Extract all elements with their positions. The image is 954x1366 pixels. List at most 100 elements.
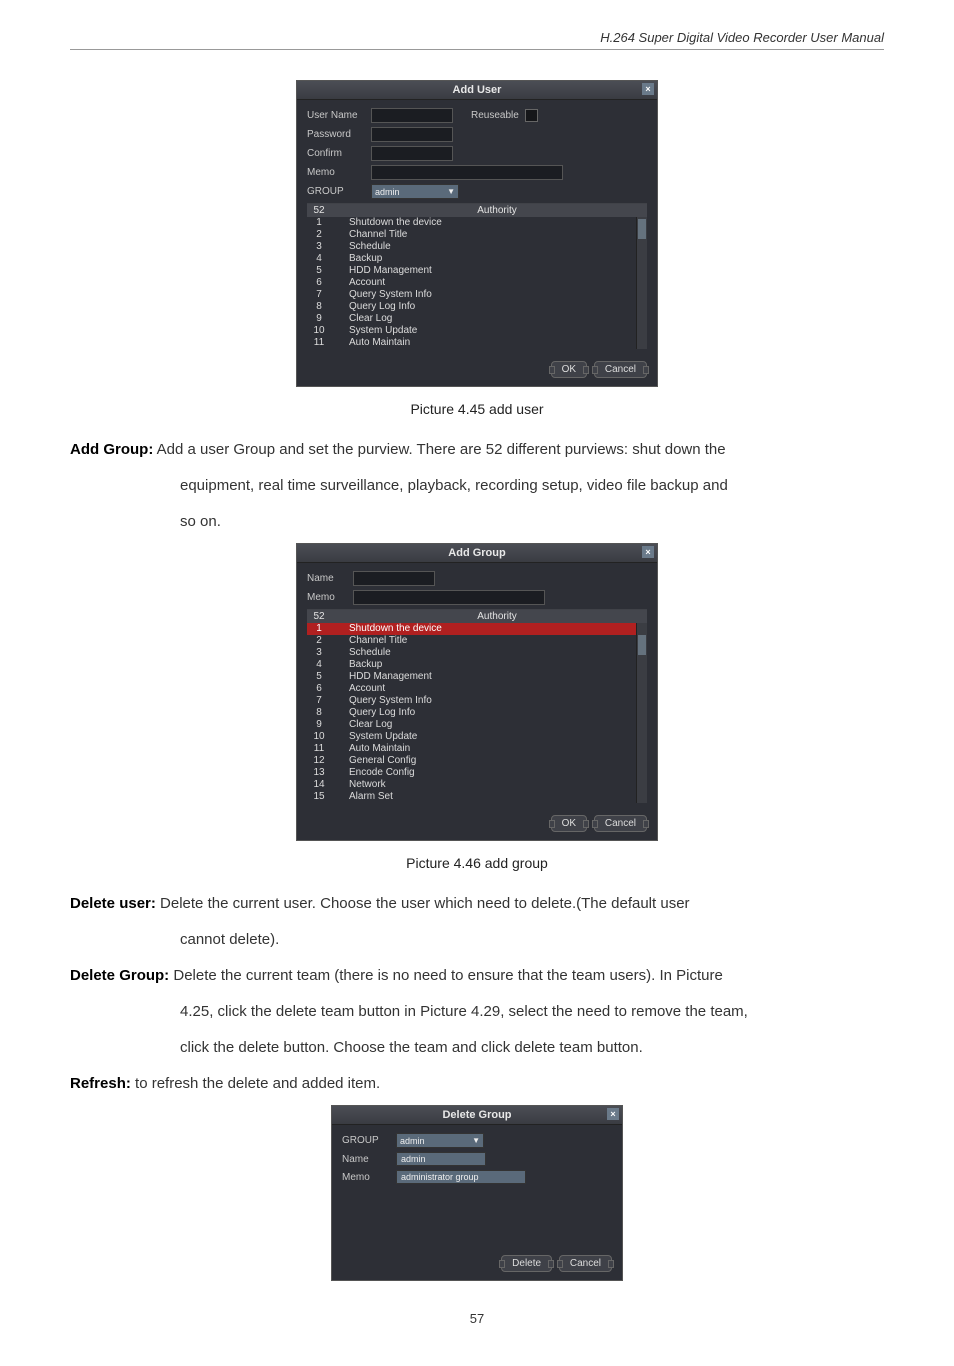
- list-item-label: Auto Maintain: [347, 337, 647, 349]
- list-item-index: 5: [307, 671, 331, 683]
- chevron-down-icon: ▼: [472, 1136, 480, 1145]
- delete-group-heading: Delete Group:: [70, 967, 169, 984]
- list-item[interactable]: 14 Network: [307, 779, 647, 791]
- list-item[interactable]: 3Schedule: [307, 647, 647, 659]
- list-item-index: 14: [307, 779, 331, 791]
- list-item[interactable]: 1Shutdown the device: [307, 217, 647, 229]
- memo-input[interactable]: [371, 165, 563, 180]
- page-header: H.264 Super Digital Video Recorder User …: [70, 30, 884, 50]
- list-item[interactable]: 7Query System Info: [307, 695, 647, 707]
- password-input[interactable]: [371, 127, 453, 142]
- scrollbar[interactable]: [636, 217, 647, 349]
- list-item[interactable]: 7Query System Info: [307, 289, 647, 301]
- delete-button[interactable]: Delete: [501, 1255, 552, 1272]
- list-item[interactable]: 4 Backup: [307, 659, 647, 671]
- list-item[interactable]: 13Encode Config: [307, 767, 647, 779]
- close-icon[interactable]: ×: [642, 546, 654, 558]
- authority-count: 52: [307, 611, 331, 622]
- list-item[interactable]: 9Clear Log: [307, 719, 647, 731]
- list-item[interactable]: 4Backup: [307, 253, 647, 265]
- close-icon[interactable]: ×: [642, 83, 654, 95]
- figure-caption: Picture 4.45 add user: [70, 401, 884, 417]
- scrollbar[interactable]: [636, 623, 647, 803]
- list-item-label: Schedule: [347, 647, 647, 659]
- group-select[interactable]: admin ▼: [371, 184, 459, 199]
- confirm-input[interactable]: [371, 146, 453, 161]
- cancel-button[interactable]: Cancel: [559, 1255, 612, 1272]
- paragraph: so on.: [70, 507, 884, 537]
- list-item[interactable]: 6 Account: [307, 277, 647, 289]
- list-item-index: 11: [307, 743, 331, 755]
- add-group-heading: Add Group:: [70, 441, 153, 458]
- authority-count: 52: [307, 205, 331, 216]
- list-item-index: 6: [307, 683, 331, 695]
- dialog-title: Add User: [453, 84, 502, 96]
- list-item-label: Backup: [347, 659, 647, 671]
- figure-caption: Picture 4.46 add group: [70, 855, 884, 871]
- list-item[interactable]: 8Query Log Info: [307, 301, 647, 313]
- reuseable-checkbox[interactable]: [525, 109, 538, 122]
- group-select-value: admin: [400, 1136, 425, 1146]
- list-item-label: HDD Management: [347, 671, 647, 683]
- list-item[interactable]: 10System Update: [307, 325, 647, 337]
- list-item[interactable]: 10System Update: [307, 731, 647, 743]
- paragraph: Refresh: to refresh the delete and added…: [70, 1069, 884, 1099]
- list-item-label: Schedule: [347, 241, 647, 253]
- close-icon[interactable]: ×: [607, 1108, 619, 1120]
- group-select-value: admin: [375, 187, 400, 197]
- list-item-index: 8: [307, 301, 331, 313]
- authority-column-header: Authority: [347, 611, 647, 622]
- list-item[interactable]: 3Schedule: [307, 241, 647, 253]
- authority-list[interactable]: 1 Shutdown the device 2 Channel Title3Sched…: [307, 623, 647, 803]
- list-item[interactable]: 2 Channel Title: [307, 635, 647, 647]
- list-item[interactable]: 6Account: [307, 683, 647, 695]
- list-item-index: 9: [307, 719, 331, 731]
- list-item[interactable]: 11 Auto Maintain: [307, 337, 647, 349]
- list-item[interactable]: 5HDD Management: [307, 265, 647, 277]
- list-item[interactable]: 1 Shutdown the device: [307, 623, 647, 635]
- list-item[interactable]: 12General Config: [307, 755, 647, 767]
- list-item-label: System Update: [347, 731, 647, 743]
- memo-label: Memo: [342, 1172, 390, 1183]
- ok-button[interactable]: OK: [551, 815, 587, 832]
- list-item[interactable]: 15Alarm Set: [307, 791, 647, 803]
- list-item-label: Channel Title: [347, 229, 647, 241]
- list-item-label: Network: [347, 779, 647, 791]
- list-item[interactable]: 8Query Log Info: [307, 707, 647, 719]
- paragraph: equipment, real time surveillance, playb…: [70, 471, 884, 501]
- authority-column-header: Authority: [347, 205, 647, 216]
- list-item-label: General Config: [347, 755, 647, 767]
- group-label: GROUP: [307, 186, 365, 197]
- cancel-button[interactable]: Cancel: [594, 361, 647, 378]
- memo-input[interactable]: [353, 590, 545, 605]
- scrollbar-thumb[interactable]: [638, 219, 646, 239]
- list-item-label: HDD Management: [347, 265, 647, 277]
- group-select[interactable]: admin ▼: [396, 1133, 484, 1148]
- list-item-index: 11: [307, 337, 331, 349]
- list-item-index: 10: [307, 325, 331, 337]
- list-item[interactable]: 2Channel Title: [307, 229, 647, 241]
- list-item[interactable]: 11Auto Maintain: [307, 743, 647, 755]
- cancel-button[interactable]: Cancel: [594, 815, 647, 832]
- list-item[interactable]: 5 HDD Management: [307, 671, 647, 683]
- list-item-index: 6: [307, 277, 331, 289]
- list-item-index: 2: [307, 635, 331, 647]
- dialog-titlebar: Delete Group ×: [332, 1106, 622, 1125]
- scrollbar-thumb[interactable]: [638, 635, 646, 655]
- list-item-label: Account: [347, 277, 647, 289]
- list-item-label: Shutdown the device: [347, 623, 647, 635]
- list-item-label: Channel Title: [347, 635, 647, 647]
- list-item-index: 4: [307, 659, 331, 671]
- authority-list[interactable]: 1Shutdown the device2Channel Title3Sched…: [307, 217, 647, 349]
- dialog-titlebar: Add Group ×: [297, 544, 657, 563]
- user-name-input[interactable]: [371, 108, 453, 123]
- memo-label: Memo: [307, 167, 365, 178]
- list-item[interactable]: 9Clear Log: [307, 313, 647, 325]
- ok-button[interactable]: OK: [551, 361, 587, 378]
- list-item-label: Alarm Set: [347, 791, 647, 803]
- name-input[interactable]: [353, 571, 435, 586]
- list-item-index: 1: [307, 623, 331, 635]
- paragraph: cannot delete).: [70, 925, 884, 955]
- paragraph: Add Group: Add a user Group and set the …: [70, 435, 884, 465]
- dialog-title: Add Group: [448, 547, 505, 559]
